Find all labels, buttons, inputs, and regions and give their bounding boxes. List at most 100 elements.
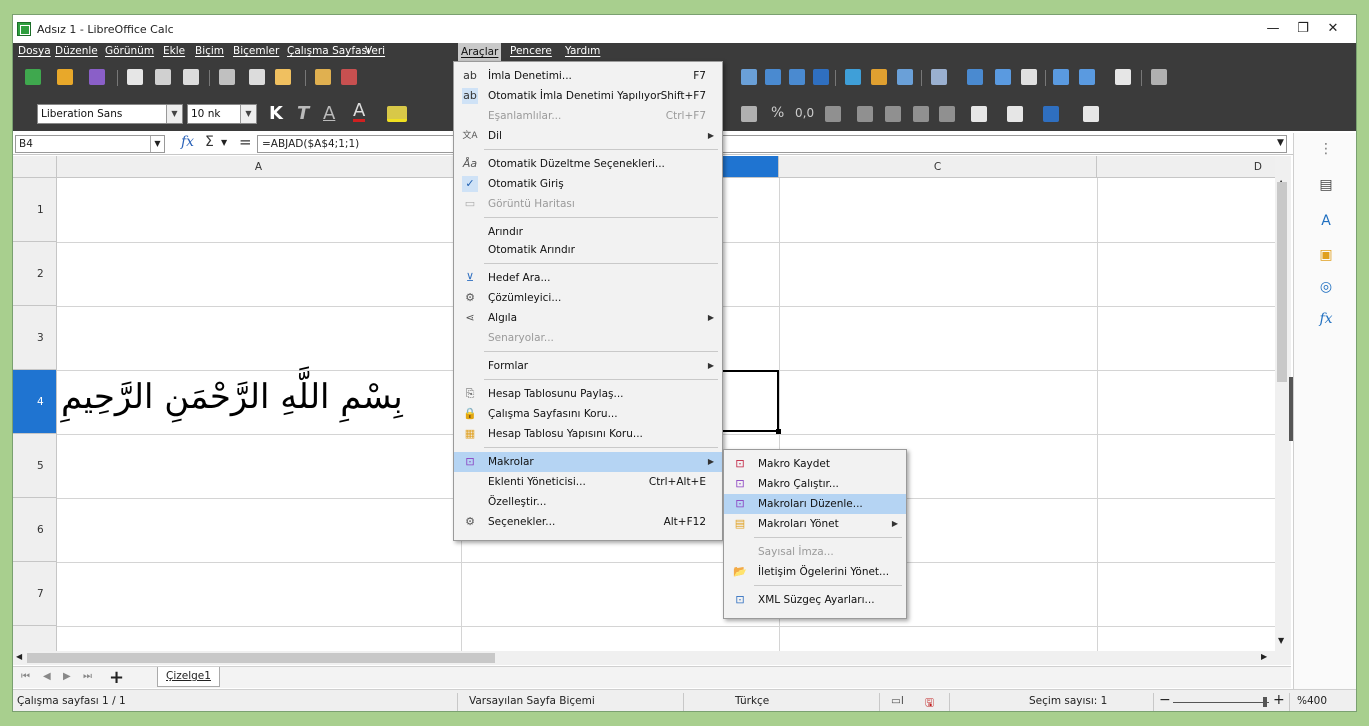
menu-item-detective[interactable]: ⋖ Algıla ▶	[454, 308, 722, 328]
row-header-1[interactable]: 1	[13, 178, 57, 242]
menu-item-cleanup[interactable]: Arındır	[454, 222, 722, 242]
new-document-icon[interactable]	[25, 69, 41, 85]
export-pdf-icon[interactable]	[127, 69, 143, 85]
column-header-c[interactable]: C	[779, 156, 1097, 178]
menu-item-digital-signature[interactable]: Sayısal İmza...	[724, 542, 906, 562]
menu-help[interactable]: Yardım	[565, 45, 600, 57]
open-folder-icon[interactable]	[57, 69, 73, 85]
properties-icon[interactable]: ▤	[1316, 175, 1336, 195]
autofilter-icon[interactable]	[813, 69, 829, 85]
insert-image-icon[interactable]	[845, 69, 861, 85]
underline-button[interactable]: A	[323, 103, 335, 124]
menu-file[interactable]: Dosya	[18, 45, 51, 57]
borders-icon[interactable]	[971, 106, 987, 122]
previous-sheet-icon[interactable]: ◀	[43, 671, 51, 682]
percent-format-button[interactable]: %	[771, 105, 784, 121]
next-sheet-icon[interactable]: ▶	[63, 671, 71, 682]
hyperlink-icon[interactable]	[967, 69, 983, 85]
doc-modified-icon[interactable]: 🖫	[925, 695, 934, 711]
scroll-right-icon[interactable]: ▶	[1261, 652, 1267, 661]
decrease-indent-icon[interactable]	[939, 106, 955, 122]
menu-item-scenarios[interactable]: Senaryolar...	[454, 328, 722, 348]
menu-item-options[interactable]: ⚙ Seçenekler... Alt+F12	[454, 512, 722, 532]
horizontal-scrollbar[interactable]: ◀ ▶	[13, 651, 1291, 665]
menu-item-autocleanup[interactable]: Otomatik Arındır	[454, 240, 722, 260]
menu-edit[interactable]: Düzenle	[55, 45, 98, 57]
row-header-7[interactable]: 7	[13, 562, 57, 626]
row-header-6[interactable]: 6	[13, 498, 57, 562]
zoom-slider-thumb[interactable]	[1263, 697, 1267, 707]
print-preview-icon[interactable]	[183, 69, 199, 85]
gallery-icon[interactable]: ▣	[1316, 245, 1336, 265]
clear-formatting-icon[interactable]	[341, 69, 357, 85]
scrollbar-thumb[interactable]	[27, 653, 495, 663]
freeze-rows-columns-icon[interactable]	[1079, 69, 1095, 85]
define-print-area-icon[interactable]	[1053, 69, 1069, 85]
paste-icon[interactable]	[275, 69, 291, 85]
conditional-format-icon[interactable]	[1083, 106, 1099, 122]
close-button[interactable]: ✕	[1313, 19, 1353, 39]
menu-item-goalseek[interactable]: ⊻ Hedef Ara...	[454, 268, 722, 288]
menu-item-language[interactable]: 文A Dil ▶	[454, 126, 722, 146]
menu-item-dialog-elements[interactable]: 📂 İletişim Ögelerini Yönet...	[724, 562, 906, 582]
highlight-color-icon[interactable]	[387, 106, 407, 122]
insert-mode-icon[interactable]: ▭I	[891, 695, 904, 707]
row-header-3[interactable]: 3	[13, 306, 57, 370]
expand-formula-icon[interactable]: ▼	[1277, 138, 1284, 148]
row-header-2[interactable]: 2	[13, 242, 57, 306]
column-header-d[interactable]: D	[1097, 156, 1277, 178]
menu-item-xml-filter[interactable]: ⊡ XML Süzgeç Ayarları...	[724, 590, 906, 610]
insert-chart-icon[interactable]	[871, 69, 887, 85]
comment-icon[interactable]	[995, 69, 1011, 85]
save-icon[interactable]	[89, 69, 105, 85]
styles-icon[interactable]: A	[1316, 211, 1336, 231]
navigator-icon[interactable]: ◎	[1316, 277, 1336, 297]
menu-data[interactable]: Veri	[365, 45, 385, 57]
menu-sheet[interactable]: Çalışma Sayfası	[287, 45, 370, 57]
scroll-left-icon[interactable]: ◀	[16, 652, 22, 661]
chevron-down-icon[interactable]: ▼	[166, 105, 182, 123]
headers-footers-icon[interactable]	[1021, 69, 1037, 85]
date-format-icon[interactable]	[825, 106, 841, 122]
menu-item-protect-sheet[interactable]: 🔒 Çalışma Sayfasını Koru...	[454, 404, 722, 424]
split-window-icon[interactable]	[1115, 69, 1131, 85]
font-size-combo[interactable]: 10 nk ▼	[187, 104, 257, 124]
menu-item-autoinput[interactable]: ✓ Otomatik Giriş	[454, 174, 722, 194]
copy-icon[interactable]	[249, 69, 265, 85]
row-header-5[interactable]: 5	[13, 434, 57, 498]
scrollbar-thumb[interactable]	[1277, 182, 1287, 382]
number-format-button[interactable]: 0,0	[795, 106, 814, 120]
zoom-in-icon[interactable]: +	[1273, 692, 1285, 708]
menu-styles[interactable]: Biçemler	[233, 45, 279, 57]
sort-icon[interactable]	[741, 69, 757, 85]
chevron-down-icon[interactable]: ▼	[221, 138, 227, 147]
menu-item-customize[interactable]: Özelleştir...	[454, 492, 722, 512]
last-sheet-icon[interactable]: ⏭	[83, 671, 92, 682]
column-header-a[interactable]: A	[57, 156, 461, 178]
menu-item-thesaurus[interactable]: Eşanlamlılar... Ctrl+F7	[454, 106, 722, 126]
cut-icon[interactable]	[219, 69, 235, 85]
currency-format-icon[interactable]	[741, 106, 757, 122]
page-style[interactable]: Varsayılan Sayfa Biçemi	[469, 695, 595, 707]
menu-item-edit-macros[interactable]: ⊡ Makroları Düzenle...	[724, 494, 906, 514]
increase-indent-icon[interactable]	[913, 106, 929, 122]
zoom-level[interactable]: %400	[1297, 695, 1327, 707]
add-sheet-icon[interactable]: +	[109, 667, 124, 688]
menu-view[interactable]: Görünüm	[105, 45, 154, 57]
language[interactable]: Türkçe	[735, 695, 769, 707]
cell-a4[interactable]: بِسْمِ اللَّهِ الرَّحْمَنِ الرَّحِيمِ	[61, 362, 457, 432]
zoom-slider[interactable]	[1173, 702, 1269, 703]
formula-input[interactable]: =ABJAD($A$4;1;1)	[257, 135, 1287, 153]
menu-item-forms[interactable]: Formlar ▶	[454, 356, 722, 376]
menu-format[interactable]: Biçim	[195, 45, 224, 57]
print-icon[interactable]	[155, 69, 171, 85]
row-header-4[interactable]: 4	[13, 370, 57, 434]
delete-decimal-icon[interactable]	[885, 106, 901, 122]
menu-item-record-macro[interactable]: ⊡ Makro Kaydet	[724, 454, 906, 474]
chevron-down-icon[interactable]: ▼	[240, 105, 256, 123]
menu-item-imagemap[interactable]: ▭ Görüntü Haritası	[454, 194, 722, 214]
sheet-tab[interactable]: Çizelge1	[157, 667, 220, 687]
special-character-icon[interactable]	[931, 69, 947, 85]
font-name-combo[interactable]: Liberation Sans ▼	[37, 104, 183, 124]
border-color-icon[interactable]	[1043, 106, 1059, 122]
